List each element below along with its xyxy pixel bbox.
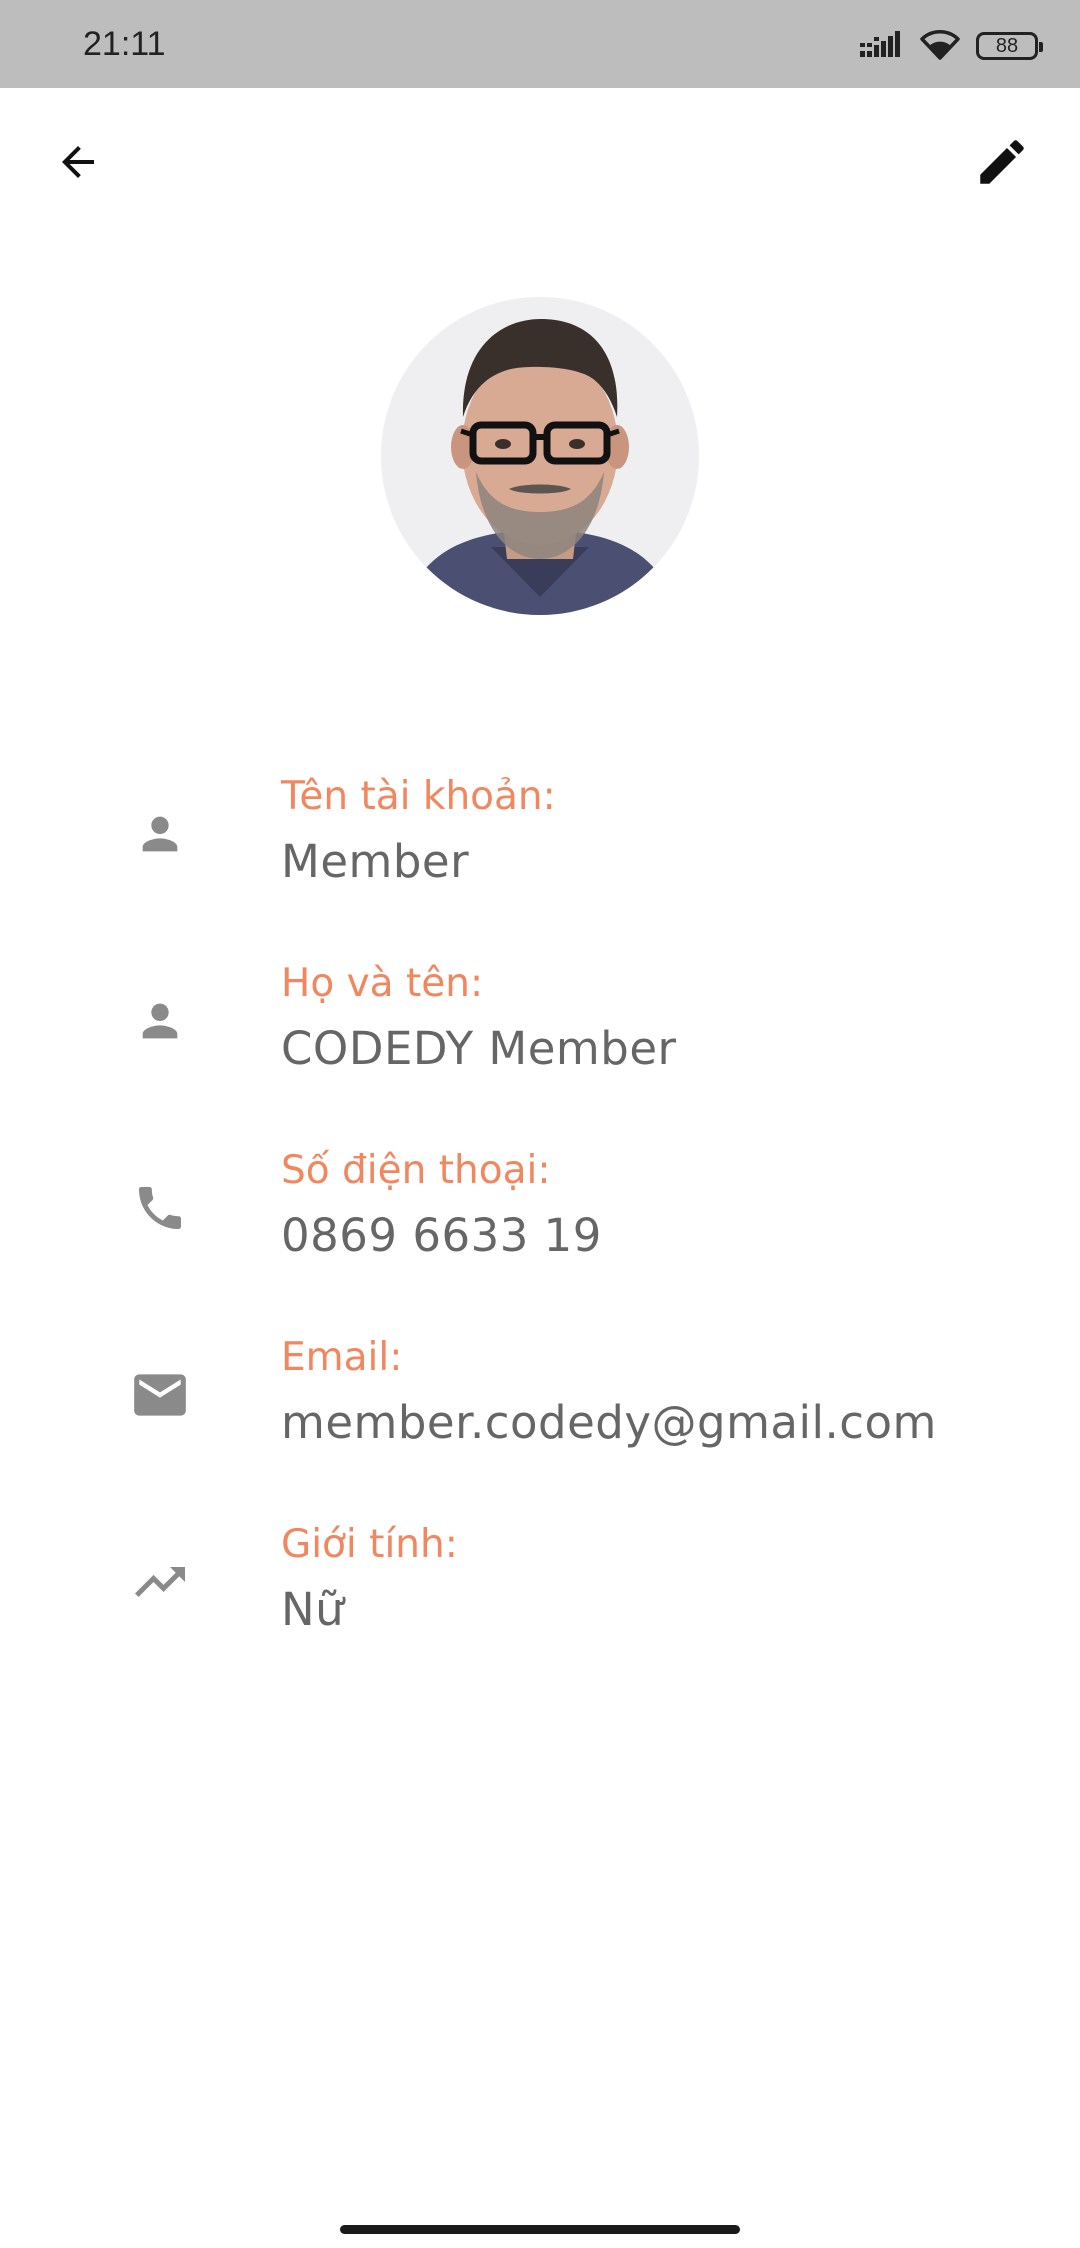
person-icon: [122, 796, 198, 872]
field-email: Email: member.codedy@gmail.com: [0, 1319, 1080, 1506]
status-time: 21:11: [83, 25, 166, 63]
arrow-back-icon: [54, 138, 102, 190]
field-value: member.codedy@gmail.com: [281, 1396, 937, 1449]
field-value: CODEDY Member: [281, 1022, 677, 1075]
field-label: Email:: [281, 1335, 403, 1380]
phone-icon: [122, 1170, 198, 1246]
battery-level: 88: [995, 34, 1019, 57]
profile-info-list: Tên tài khoản: Member Họ và tên: CODEDY …: [0, 758, 1080, 1693]
field-value: 0869 6633 19: [281, 1209, 602, 1262]
field-label: Tên tài khoản:: [281, 774, 556, 819]
field-value: Member: [281, 835, 470, 888]
email-icon: [122, 1357, 198, 1433]
field-label: Số điện thoại:: [281, 1148, 551, 1193]
field-value: Nữ: [281, 1583, 345, 1636]
wifi-icon: [920, 28, 960, 64]
gesture-bar[interactable]: [340, 2225, 740, 2234]
battery-icon: 88: [976, 32, 1043, 60]
avatar: [381, 297, 699, 615]
field-full-name: Họ và tên: CODEDY Member: [0, 945, 1080, 1132]
field-gender: Giới tính: Nữ: [0, 1506, 1080, 1693]
field-label: Giới tính:: [281, 1522, 458, 1567]
field-label: Họ và tên:: [281, 961, 484, 1006]
back-button[interactable]: [40, 126, 116, 202]
edit-button[interactable]: [964, 126, 1040, 202]
trending-up-icon: [122, 1544, 198, 1620]
avatar-image: [381, 297, 699, 615]
status-icons: 88: [860, 26, 1043, 66]
status-bar: 21:11 88: [0, 0, 1080, 88]
person-icon: [122, 983, 198, 1059]
field-username: Tên tài khoản: Member: [0, 758, 1080, 945]
pencil-icon: [973, 133, 1031, 195]
signal-icon: [860, 29, 904, 63]
field-phone: Số điện thoại: 0869 6633 19: [0, 1132, 1080, 1319]
